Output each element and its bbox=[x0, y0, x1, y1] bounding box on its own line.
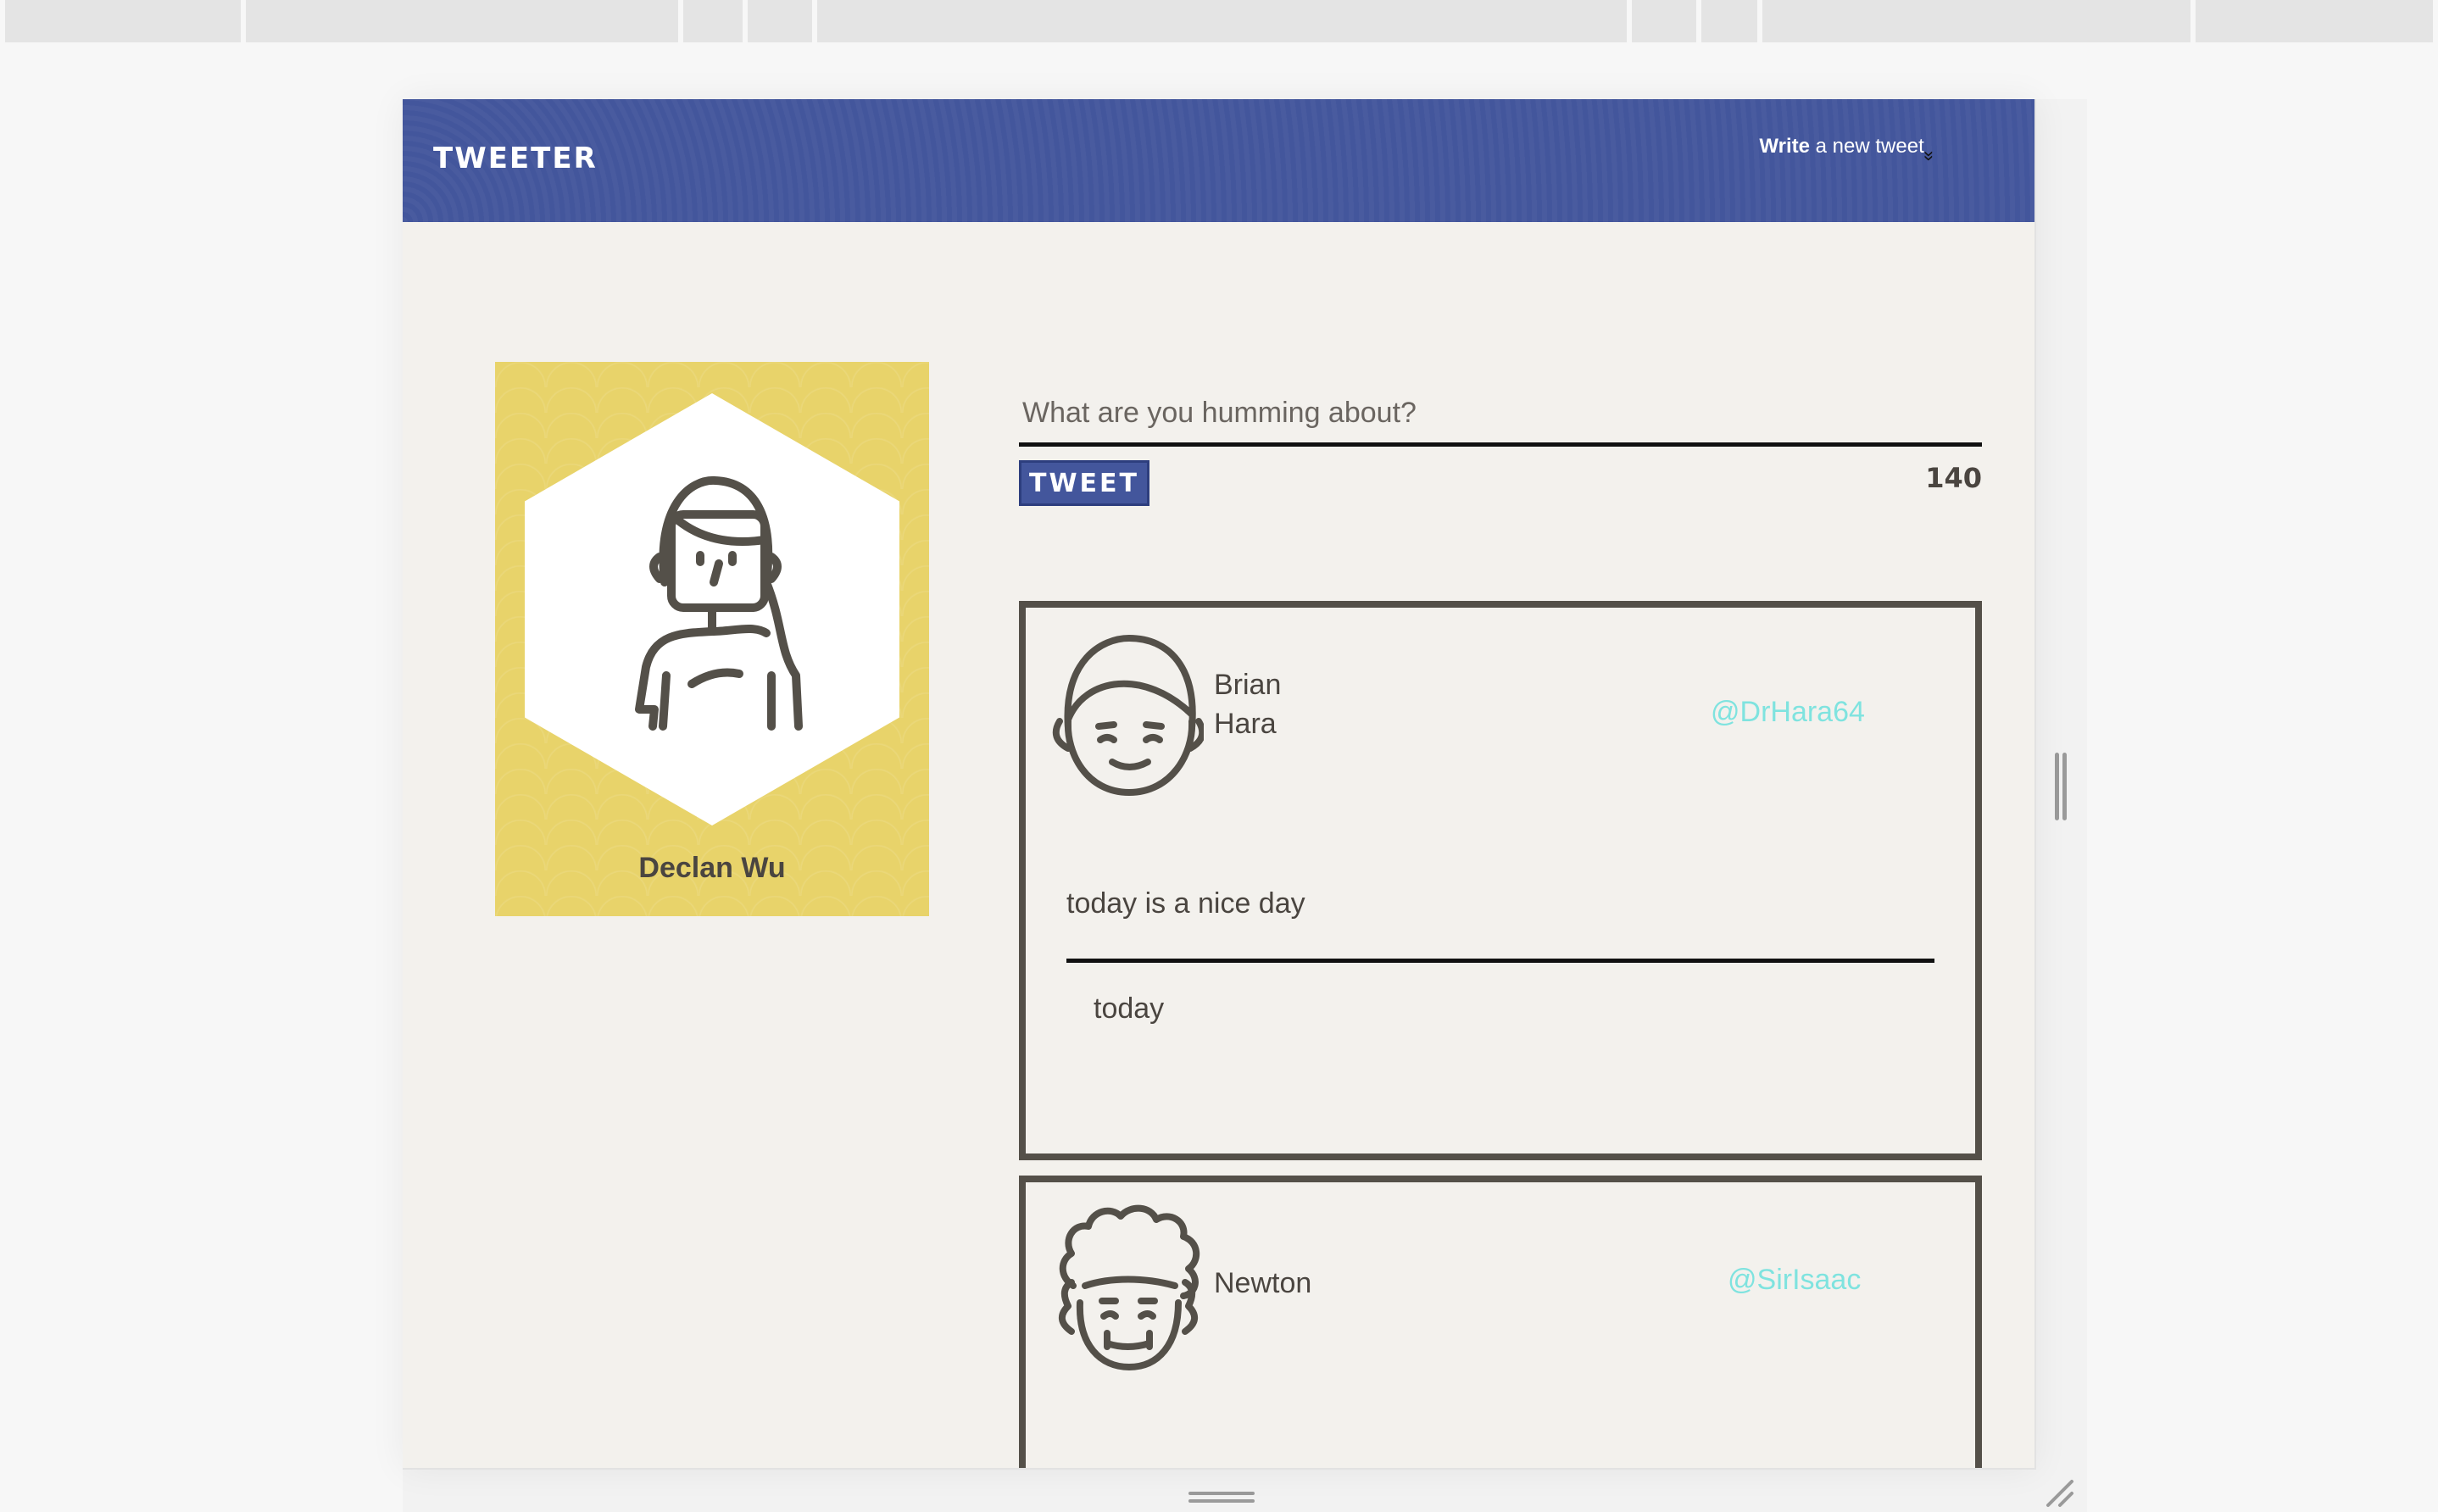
viewport-resize-handle[interactable] bbox=[2055, 753, 2068, 820]
woman-avatar-icon bbox=[635, 475, 803, 731]
corner-resize-grip-icon[interactable] bbox=[2041, 1475, 2075, 1509]
viewport-bottom-gutter bbox=[403, 1470, 2087, 1512]
toolbar-segment bbox=[748, 0, 812, 42]
tweet-divider bbox=[1066, 959, 1934, 963]
tweet-author-first: Newton bbox=[1214, 1267, 1312, 1299]
man-avatar-icon bbox=[1052, 635, 1204, 796]
toolbar-segment bbox=[683, 0, 743, 42]
top-nav: TWEETER Write a new tweet » bbox=[403, 99, 2034, 222]
compose-toggle-strong: Write bbox=[1759, 135, 1810, 158]
toolbar-segment bbox=[1701, 0, 1757, 42]
toolbar-segment bbox=[2196, 0, 2433, 42]
tweet-author-name: Brian Hara bbox=[1214, 665, 1281, 743]
compose-toggle-button[interactable]: Write a new tweet » bbox=[1759, 135, 2006, 167]
toolbar-segment bbox=[1762, 0, 2190, 42]
tweet-author-name: Newton bbox=[1214, 1264, 1311, 1303]
viewport-bottom-resize-handle[interactable] bbox=[1188, 1492, 1255, 1505]
app-viewport: TWEETER Write a new tweet » Declan Wu Wh… bbox=[403, 99, 2036, 1470]
brand-logo[interactable]: TWEETER bbox=[433, 142, 598, 175]
tweet-submit-button[interactable]: Tweet bbox=[1019, 460, 1149, 506]
toolbar-segment bbox=[1632, 0, 1696, 42]
tweet-handle[interactable]: @DrHara64 bbox=[1711, 696, 1865, 729]
toolbar-segment bbox=[246, 0, 678, 42]
profile-card: Declan Wu bbox=[495, 362, 929, 916]
tweet-card: Brian Hara @DrHara64 today is a nice day… bbox=[1019, 601, 1982, 1160]
tweet-content: today is a nice day bbox=[1066, 887, 1305, 920]
tweet-handle[interactable]: @SirIsaac bbox=[1728, 1264, 1861, 1297]
tweet-author-last: Hara bbox=[1214, 708, 1277, 740]
tweet-composer: Tweet 140 bbox=[1019, 362, 1982, 506]
char-counter: 140 bbox=[1925, 462, 1982, 494]
tweet-card: Newton @SirIsaac bbox=[1019, 1176, 1982, 1468]
curly-hair-avatar-icon bbox=[1059, 1204, 1200, 1370]
tweet-author-first: Brian bbox=[1214, 669, 1282, 701]
profile-name: Declan Wu bbox=[638, 852, 786, 884]
browser-toolbar bbox=[5, 0, 2438, 44]
compose-toggle-text: a new tweet bbox=[1810, 135, 1924, 158]
tweet-timestamp: today bbox=[1094, 992, 1165, 1025]
toolbar-segment bbox=[817, 0, 1627, 42]
tweet-text-input[interactable] bbox=[1019, 362, 1982, 447]
toolbar-segment bbox=[5, 0, 241, 42]
double-chevron-down-icon[interactable]: » bbox=[1918, 151, 1940, 161]
